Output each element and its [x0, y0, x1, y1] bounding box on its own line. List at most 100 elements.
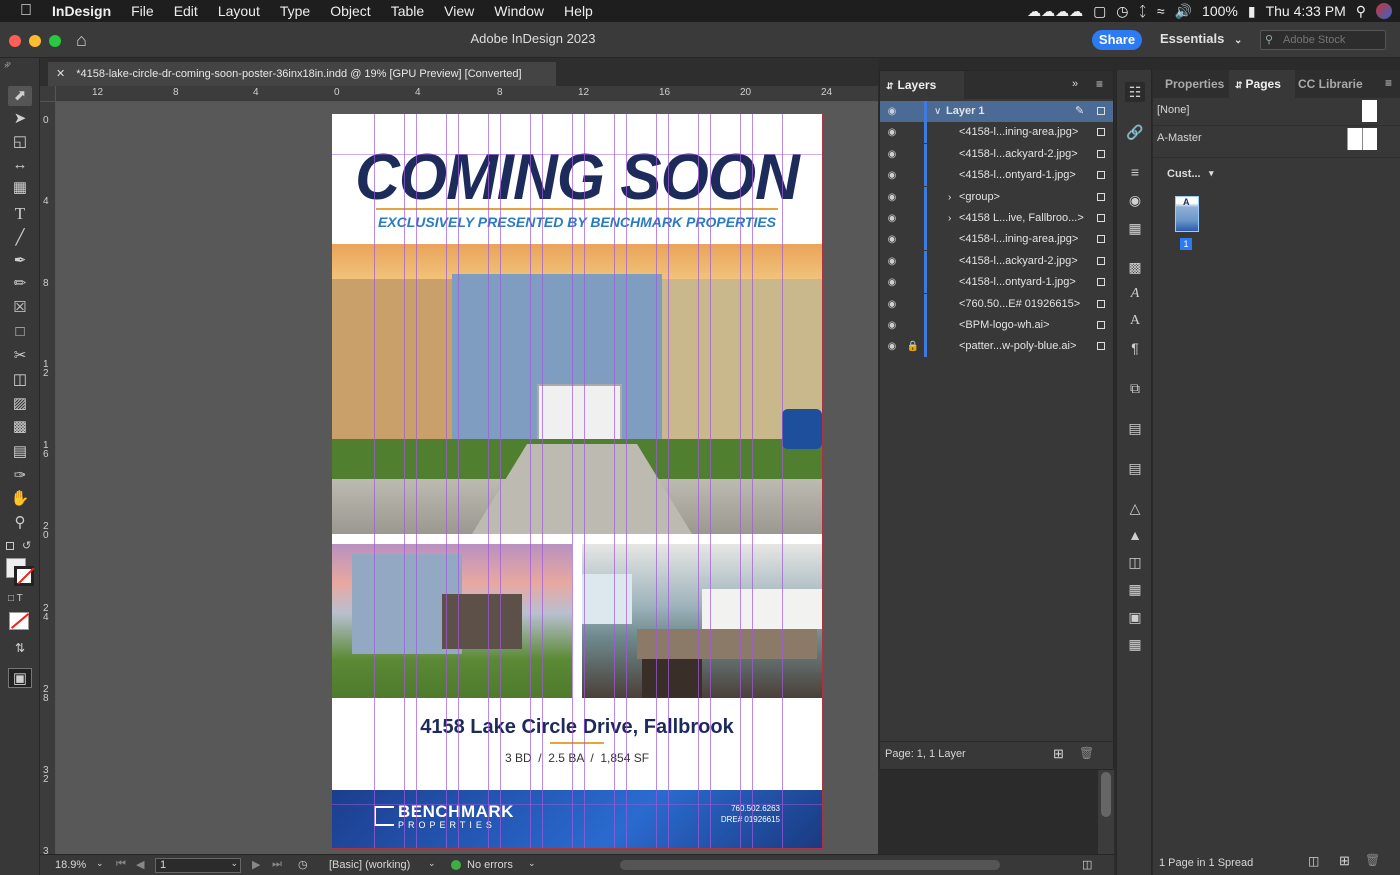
split-view-icon[interactable]: ◫ — [1082, 858, 1092, 871]
next-page-icon[interactable]: ▶ — [252, 858, 260, 871]
margin-guide[interactable] — [332, 804, 822, 805]
stroke-swatch[interactable] — [14, 566, 35, 586]
selection-square[interactable] — [1097, 342, 1105, 351]
column-guide[interactable] — [740, 114, 741, 848]
selection-square[interactable] — [1097, 299, 1105, 308]
page-dropdown-icon[interactable]: ⌄ — [230, 858, 238, 869]
horizontal-scrollbar[interactable] — [620, 860, 1000, 870]
page-number-field[interactable]: 1 ⌄ — [155, 858, 241, 873]
effects-panel-icon[interactable]: ◫ — [1125, 552, 1145, 572]
visibility-eye-icon[interactable]: ◉ — [885, 165, 899, 186]
document-page[interactable]: COMING SOON EXCLUSIVELY PRESENTED BY BEN… — [331, 113, 823, 849]
content-collector-icon[interactable]: ▦ — [8, 178, 32, 198]
apply-none-icon[interactable] — [9, 612, 30, 630]
menu-object[interactable]: Object — [320, 3, 380, 19]
chevron-right-icon[interactable]: › — [948, 187, 951, 208]
visibility-eye-icon[interactable]: ◉ — [885, 229, 899, 250]
object-styles-icon[interactable]: ▲ — [1125, 525, 1145, 545]
adobe-stock-search[interactable]: ⚲ — [1260, 30, 1386, 50]
column-guide[interactable] — [752, 114, 753, 848]
column-guide[interactable] — [500, 114, 501, 848]
gradient-swatch-tool-icon[interactable]: ▨ — [8, 394, 32, 414]
column-guide[interactable] — [626, 114, 627, 848]
spotlight-search-icon[interactable]: ⚲ — [1356, 3, 1366, 20]
chevron-down-icon[interactable]: ∨ — [934, 101, 941, 122]
visibility-eye-icon[interactable]: ◉ — [885, 122, 899, 143]
visibility-eye-icon[interactable]: ◉ — [885, 187, 899, 208]
align-panel-icon[interactable]: ▤ — [1125, 418, 1145, 438]
last-page-icon[interactable]: ⏭ — [272, 858, 282, 871]
page-size-dropdown[interactable]: Cust... ▾ — [1167, 168, 1217, 184]
default-colors-icon[interactable] — [6, 542, 14, 550]
margin-guide[interactable] — [332, 154, 822, 155]
layer-item-row[interactable]: ◉ <4158-l...ackyard-2.jpg> — [880, 143, 1113, 165]
menu-layout[interactable]: Layout — [208, 3, 270, 19]
layer-item-row[interactable]: ◉ <4158-l...ining-area.jpg> — [880, 122, 1113, 144]
minimize-window-button[interactable] — [29, 35, 41, 47]
poster-headline[interactable]: COMING SOON — [332, 140, 822, 215]
bluetooth-icon[interactable]: ᛨ — [1139, 3, 1147, 19]
pen-tool-icon[interactable]: ✒ — [8, 251, 32, 271]
ruler-origin[interactable] — [40, 86, 56, 102]
rectangle-tool-icon[interactable]: □ — [8, 322, 32, 342]
workspace-switcher[interactable]: Essentials ⌄ — [1160, 31, 1242, 46]
screen-mode-icon[interactable]: ⇅ — [8, 638, 32, 658]
visibility-eye-icon[interactable]: ◉ — [885, 144, 899, 165]
menu-window[interactable]: Window — [484, 3, 554, 19]
adobe-stock-input[interactable] — [1283, 33, 1381, 47]
stroke-panel-icon[interactable]: ≡ — [1125, 162, 1145, 182]
column-guide[interactable] — [782, 114, 783, 848]
document-tab[interactable]: ✕ *4158-lake-circle-dr-coming-soon-poste… — [48, 62, 556, 86]
selection-square[interactable] — [1097, 278, 1105, 287]
type-tool-icon[interactable]: T — [8, 204, 32, 224]
selection-square[interactable] — [1097, 321, 1105, 329]
menu-help[interactable]: Help — [554, 3, 603, 19]
paragraph-styles-icon[interactable]: ▩ — [1125, 257, 1145, 277]
poster-subhead[interactable]: EXCLUSIVELY PRESENTED BY BENCHMARK PROPE… — [332, 214, 822, 230]
column-guide[interactable] — [656, 114, 657, 848]
new-layer-icon[interactable]: ⊞ — [1053, 746, 1064, 762]
column-guide[interactable] — [614, 114, 615, 848]
gradient-feather-tool-icon[interactable]: ▩ — [8, 417, 32, 437]
pathfinder-icon[interactable]: ⧉ — [1125, 378, 1145, 398]
paragraph-panel-icon[interactable]: ¶ — [1125, 338, 1145, 358]
layer-item-row[interactable]: ◉ <4158-l...ontyard-1.jpg> — [880, 272, 1113, 294]
dining-area-photo[interactable] — [582, 544, 822, 698]
zoom-level[interactable]: 18.9% — [55, 859, 86, 871]
cloud-sync-icon[interactable]: ☁☁☁☁ — [1027, 3, 1083, 20]
column-guide[interactable] — [458, 114, 459, 848]
layer-item-row[interactable]: ◉ <4158-l...ining-area.jpg> — [880, 229, 1113, 251]
preflight-status[interactable]: No errors — [467, 859, 513, 871]
links-panel-icon[interactable]: 🔗 — [1125, 122, 1145, 142]
layer-item-row[interactable]: ◉ 🔒 <patter...w-poly-blue.ai> — [880, 336, 1113, 358]
backyard-photo[interactable] — [332, 544, 572, 698]
visibility-eye-icon[interactable]: ◉ — [885, 315, 899, 336]
layer-item-row[interactable]: ◉ <BPM-logo-wh.ai> — [880, 315, 1113, 336]
hand-tool-icon[interactable]: ✋ — [8, 489, 32, 509]
column-guide[interactable] — [446, 114, 447, 848]
menubar-clock[interactable]: Thu 4:33 PM — [1266, 3, 1346, 19]
clock-history-icon[interactable]: ◷ — [1116, 3, 1128, 20]
formatting-container-icon[interactable]: □ T — [8, 593, 23, 604]
layer-item-row[interactable]: ◉ <760.50...E# 01926615> — [880, 293, 1113, 315]
scroll-thumb[interactable] — [1101, 772, 1111, 817]
layers-tab[interactable]: ⇵ Layers — [880, 71, 964, 99]
zoom-dropdown-icon[interactable]: ⌄ — [96, 858, 104, 869]
new-page-icon[interactable]: ⊞ — [1339, 853, 1350, 869]
column-guide[interactable] — [374, 114, 375, 848]
character-panel-icon[interactable]: A — [1125, 311, 1145, 331]
siri-icon[interactable] — [1376, 3, 1392, 19]
battery-percent[interactable]: 100% — [1202, 3, 1238, 19]
profile-dropdown-icon[interactable]: ⌄ — [428, 858, 436, 869]
poster-footer-band[interactable]: BENCHMARK PROPERTIES 760.502.6263 DRE# 0… — [332, 790, 822, 848]
visibility-eye-icon[interactable]: ◉ — [885, 208, 899, 229]
column-guide[interactable] — [488, 114, 489, 848]
selection-square[interactable] — [1097, 256, 1105, 265]
selection-square[interactable] — [1097, 149, 1105, 158]
text-wrap-icon[interactable]: ▤ — [1125, 458, 1145, 478]
properties-tab[interactable]: Properties — [1165, 70, 1224, 98]
visibility-eye-icon[interactable]: ◉ — [885, 101, 899, 122]
column-guide[interactable] — [542, 114, 543, 848]
layer-item-row[interactable]: ◉ › <group> — [880, 186, 1113, 208]
open-page-icon[interactable]: ◷ — [298, 858, 308, 871]
